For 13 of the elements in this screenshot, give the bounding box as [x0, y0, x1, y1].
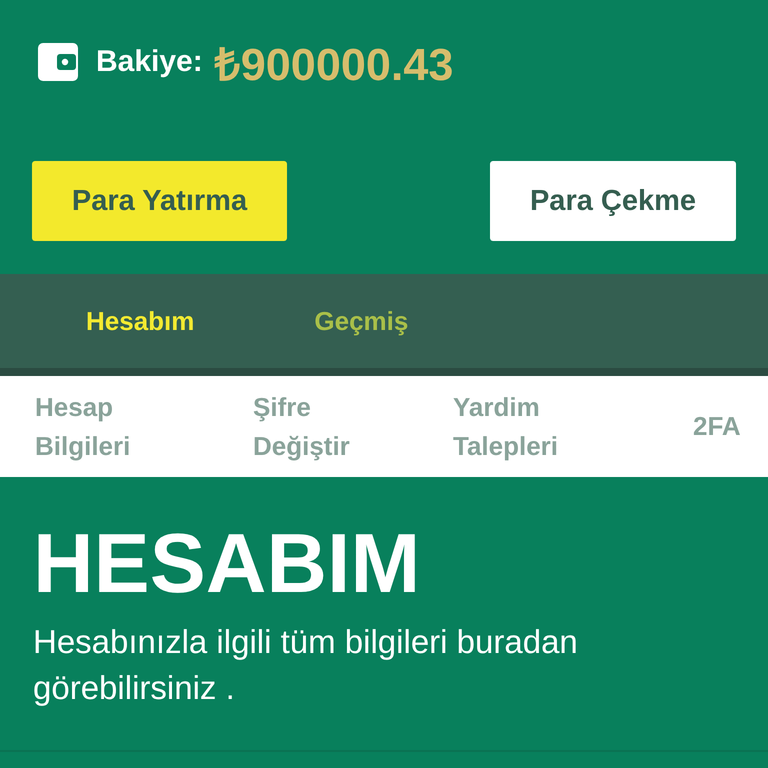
page-title: HESABIM	[33, 515, 422, 612]
deposit-button[interactable]: Para Yatırma	[32, 161, 287, 241]
balance-label: Bakiye:	[96, 45, 203, 79]
subtab[interactable]: 2FA	[693, 407, 768, 446]
tab[interactable]: Geçmiş	[314, 306, 408, 336]
subtab[interactable]: Hesap Bilgileri	[35, 388, 185, 466]
subtab[interactable]: Şifre Değiştir	[253, 388, 403, 466]
withdraw-button[interactable]: Para Çekme	[490, 161, 736, 241]
balance-amount: ₺900000.43	[214, 38, 454, 92]
tab[interactable]: Hesabım	[86, 306, 194, 336]
wallet-icon	[38, 43, 78, 81]
page-description: Hesabınızla ilgili tüm bilgileri buradan görebilirsiniz .	[33, 622, 579, 708]
subtab[interactable]: Yardim Talepleri	[453, 388, 603, 466]
